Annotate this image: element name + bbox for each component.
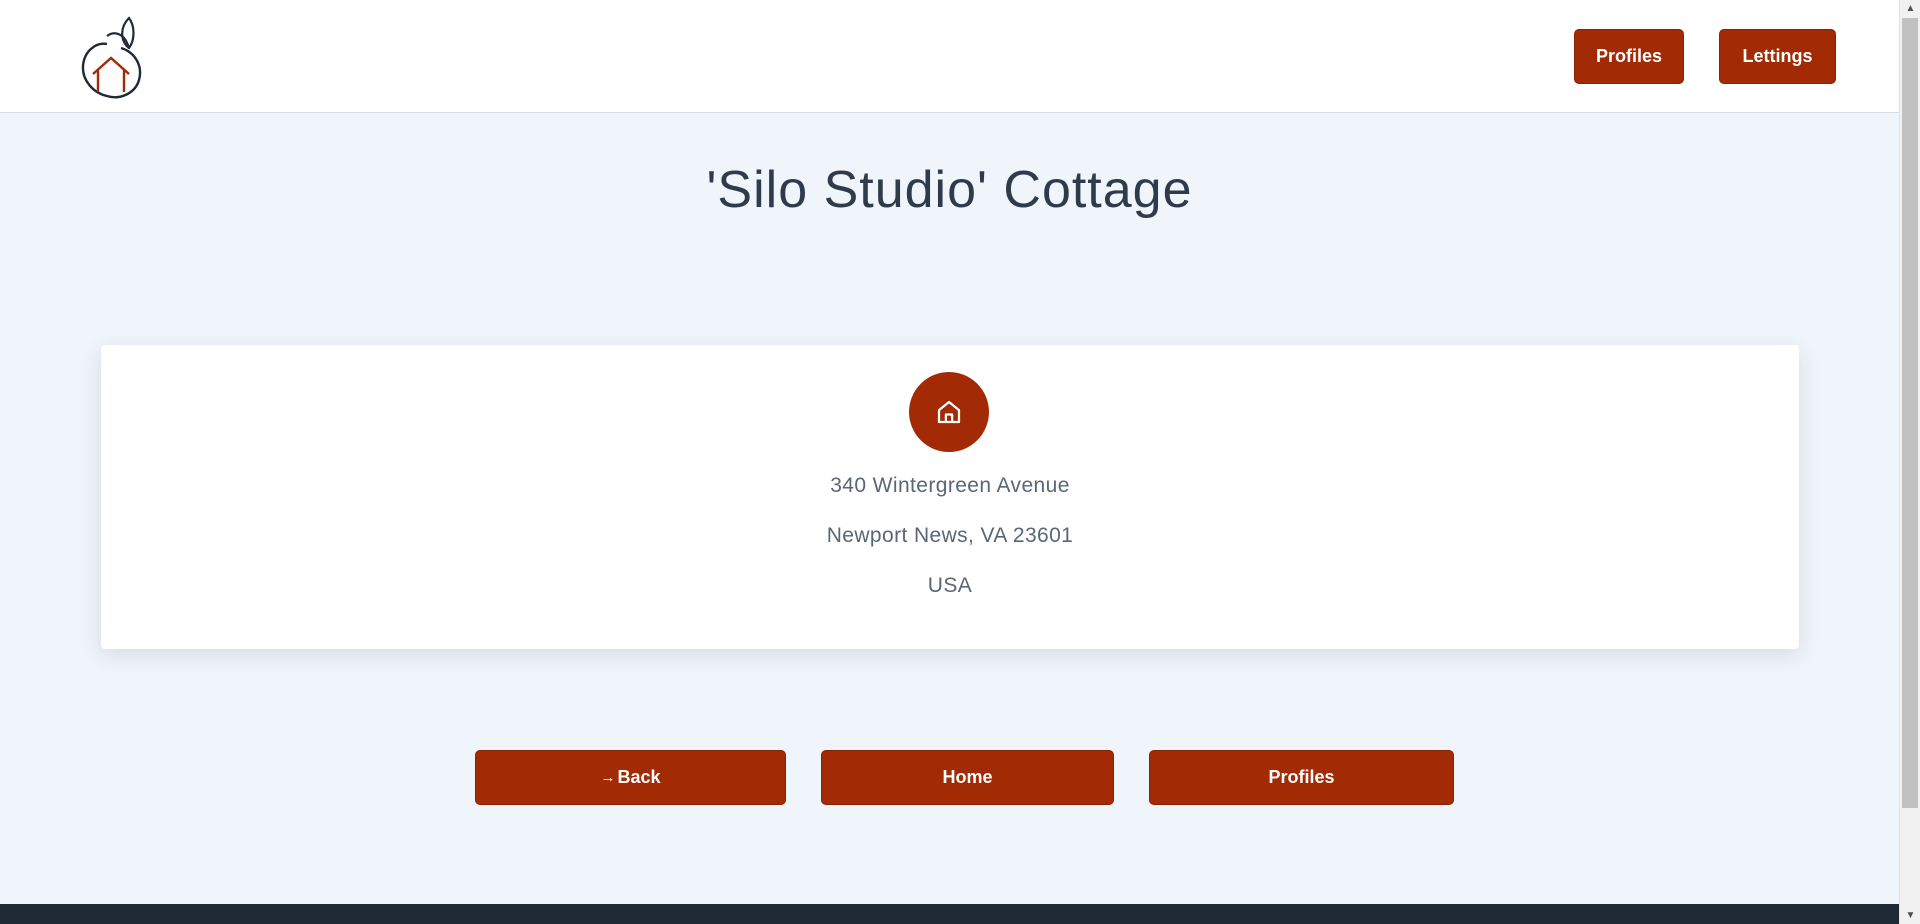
scroll-up-arrow-icon[interactable]: ▲	[1900, 0, 1920, 17]
address-line2: Newport News, VA 23601	[826, 524, 1074, 547]
house-icon	[937, 400, 961, 424]
vertical-scrollbar[interactable]: ▲ ▼	[1899, 0, 1920, 924]
profiles-button[interactable]: Profiles	[1149, 750, 1454, 805]
back-button-label: Back	[617, 767, 661, 787]
address-card: 340 Wintergreen Avenue Newport News, VA …	[101, 345, 1799, 649]
page-title: 'Silo Studio' Cottage	[706, 161, 1193, 219]
scroll-thumb[interactable]	[1902, 18, 1918, 808]
home-logo-link[interactable]	[77, 14, 143, 100]
navbar: Profiles Lettings	[0, 0, 1899, 113]
nav-lettings-button[interactable]: Lettings	[1719, 29, 1836, 84]
address-line1: 340 Wintergreen Avenue	[830, 474, 1070, 497]
footer	[0, 904, 1899, 924]
house-apple-logo-icon	[81, 16, 142, 99]
nav-profiles-button[interactable]: Profiles	[1574, 29, 1684, 84]
address-country: USA	[927, 574, 973, 597]
arrow-right-icon: →	[600, 769, 616, 786]
back-button[interactable]: → Back	[475, 750, 786, 805]
scroll-down-arrow-icon[interactable]: ▼	[1900, 907, 1920, 924]
page: Profiles Lettings 'Silo Studio' Cottage …	[0, 0, 1899, 924]
home-button[interactable]: Home	[821, 750, 1114, 805]
house-badge	[909, 372, 989, 452]
